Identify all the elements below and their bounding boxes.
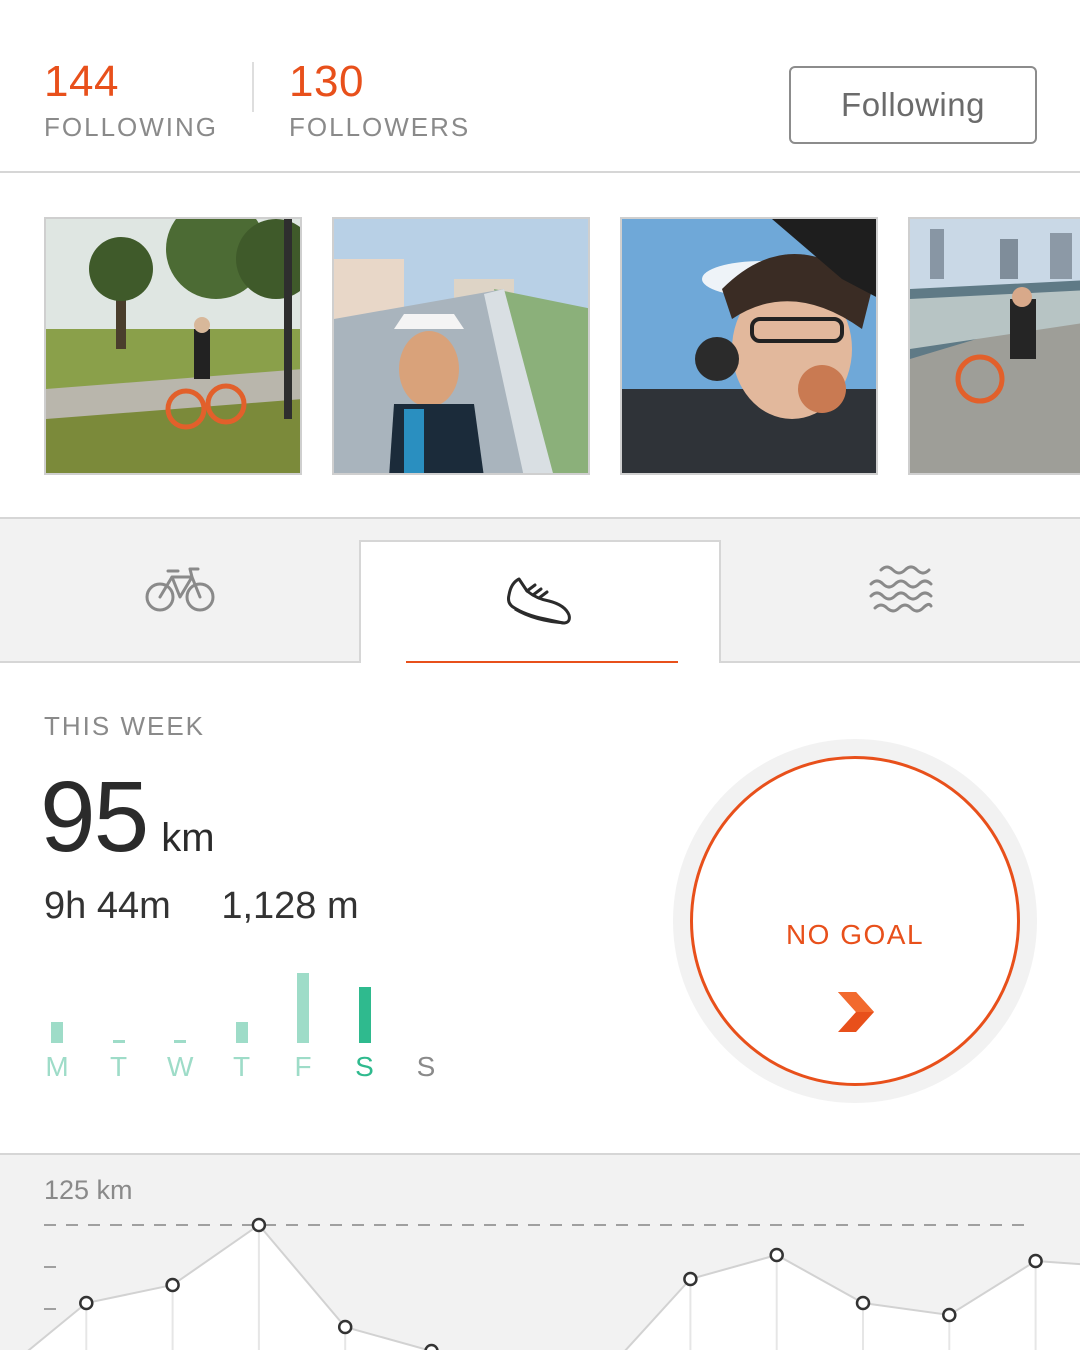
stat-divider xyxy=(252,62,254,112)
following-label: FOLLOWING xyxy=(44,112,219,142)
profile-stats: 144 FOLLOWING 130 FOLLOWERS Following xyxy=(0,0,1080,173)
day-bar xyxy=(358,987,371,1043)
chart-point xyxy=(683,1271,698,1287)
goal-circle[interactable]: NO GOAL xyxy=(690,756,1020,1086)
following-count: 144 xyxy=(44,57,119,106)
week-details: 9h 44m 1,128 m xyxy=(44,885,399,928)
week-distance: 95 km xyxy=(40,767,215,867)
weekly-distance-chart[interactable]: 125 km xyxy=(0,1153,1080,1350)
day-label: S xyxy=(416,1051,436,1082)
following-button[interactable]: Following xyxy=(789,66,1037,144)
distance-unit: km xyxy=(161,816,215,860)
goal-label: NO GOAL xyxy=(785,919,925,950)
photo-park-bike[interactable] xyxy=(44,217,302,475)
day-bar xyxy=(297,973,309,1043)
day-label: M xyxy=(45,1051,69,1082)
followers-stat[interactable]: 130 FOLLOWERS xyxy=(289,58,470,143)
distance-value: 95 xyxy=(40,761,149,873)
chevron-right-icon xyxy=(836,991,876,1038)
this-week-panel: THIS WEEK 95 km 9h 44m 1,128 m M T W T F S S N… xyxy=(0,663,1080,1153)
tab-ride[interactable] xyxy=(0,519,359,663)
tab-run[interactable] xyxy=(359,540,721,665)
photo-bridge-bike[interactable] xyxy=(908,217,1080,475)
followers-count: 130 xyxy=(289,57,364,106)
daily-bars xyxy=(44,963,464,1043)
photo-selfie-headphones[interactable] xyxy=(620,217,878,475)
chart-point xyxy=(165,1277,180,1293)
photo-bridge-selfie[interactable] xyxy=(332,217,590,475)
following-stat[interactable]: 144 FOLLOWING xyxy=(44,58,218,143)
day-bar xyxy=(51,1022,63,1043)
chart-point xyxy=(337,1319,353,1335)
photo-strip[interactable] xyxy=(0,175,1080,519)
followers-label: FOLLOWERS xyxy=(289,112,471,142)
day-bar xyxy=(235,1022,248,1043)
sport-tabs xyxy=(0,519,1080,665)
elevation-gain: 1,128 m xyxy=(221,885,359,927)
bicycle-icon xyxy=(144,565,216,618)
chart-max-label: 125 km xyxy=(44,1175,133,1205)
chart-point xyxy=(1028,1253,1043,1269)
water-waves-icon xyxy=(867,564,935,619)
goal-ring[interactable]: NO GOAL xyxy=(673,739,1037,1103)
day-label: T xyxy=(232,1051,251,1082)
chart-svg xyxy=(27,1217,1080,1350)
tab-swim[interactable] xyxy=(721,519,1080,663)
moving-time: 9h 44m xyxy=(44,885,171,927)
chart-point xyxy=(942,1307,957,1323)
running-shoe-icon xyxy=(505,573,575,634)
week-title: THIS WEEK xyxy=(44,711,206,741)
day-bar xyxy=(174,1040,186,1043)
chart-point xyxy=(424,1343,439,1350)
weekday-labels: MTWTFSS xyxy=(44,1051,464,1087)
day-bar xyxy=(112,1040,125,1043)
chart-point xyxy=(79,1295,94,1311)
day-label: F xyxy=(294,1051,312,1082)
day-label: S xyxy=(355,1051,374,1082)
chart-point xyxy=(769,1247,784,1263)
chart-point xyxy=(251,1217,267,1233)
day-label: W xyxy=(167,1051,194,1082)
chart-point xyxy=(855,1295,871,1311)
day-label: T xyxy=(109,1051,128,1082)
